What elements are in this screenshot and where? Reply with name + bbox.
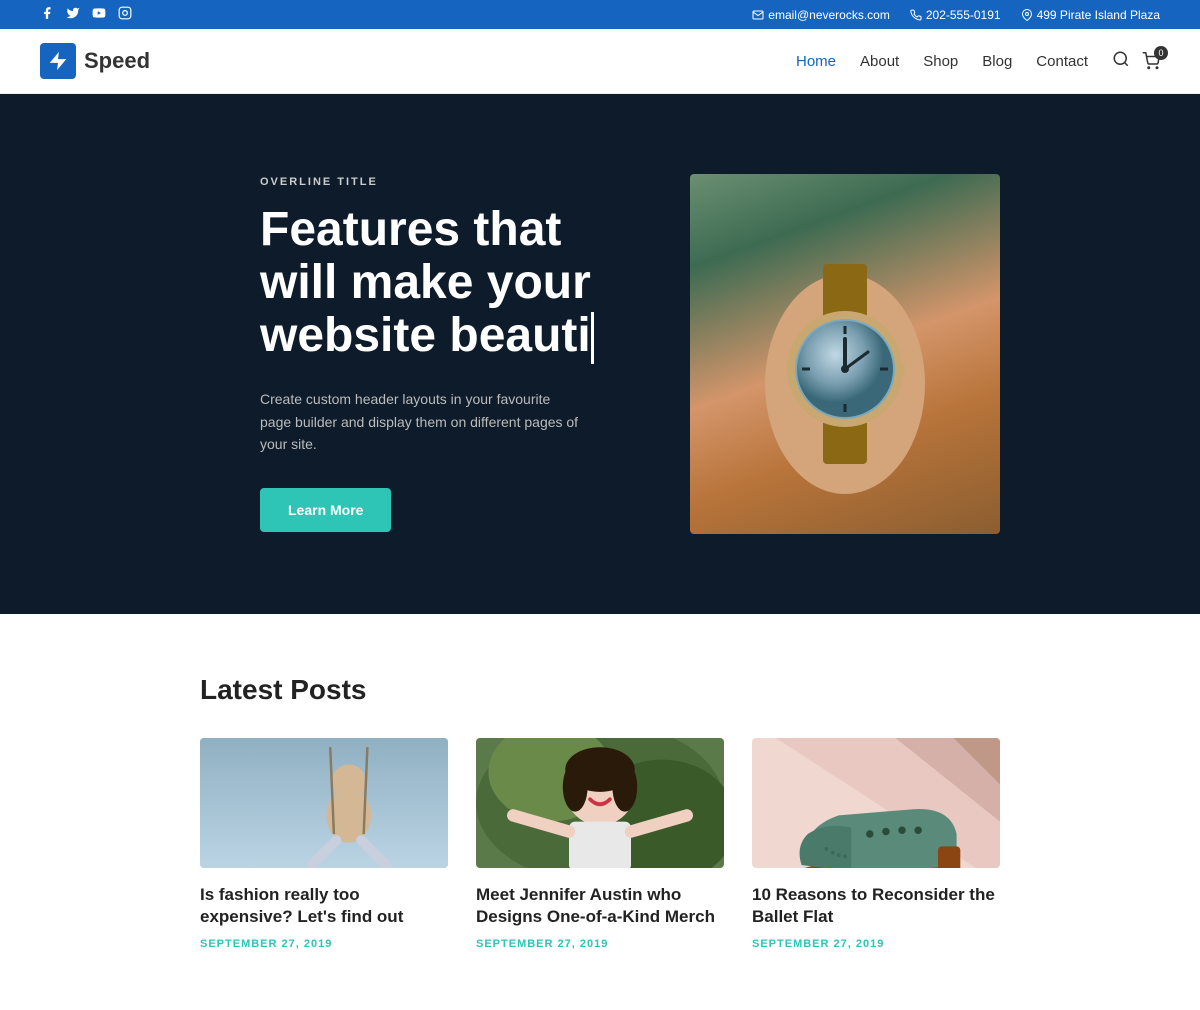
cart-icon[interactable]: 0 <box>1142 52 1160 70</box>
hero-section: OVERLINE TITLE Features that will make y… <box>0 94 1200 614</box>
posts-grid: Is fashion really too expensive? Let's f… <box>200 738 1000 950</box>
logo-text: Speed <box>84 48 150 74</box>
twitter-link[interactable] <box>66 6 80 23</box>
nav-blog[interactable]: Blog <box>982 53 1012 70</box>
watch-svg <box>735 204 955 504</box>
nav-shop[interactable]: Shop <box>923 53 958 70</box>
post-date-2: SEPTEMBER 27, 2019 <box>476 938 724 950</box>
logo[interactable]: Speed <box>40 43 150 79</box>
social-links[interactable] <box>40 6 132 23</box>
nav-home[interactable]: Home <box>796 53 836 70</box>
post2-illustration <box>476 738 724 868</box>
nav-icons: 0 <box>1112 50 1160 72</box>
post-image-1 <box>200 738 448 868</box>
facebook-link[interactable] <box>40 6 54 23</box>
email-info: email@neverocks.com <box>752 8 890 22</box>
hero-overline: OVERLINE TITLE <box>260 176 620 188</box>
address-info: 499 Pirate Island Plaza <box>1021 8 1160 22</box>
hero-image <box>690 174 1000 534</box>
nav-about[interactable]: About <box>860 53 899 70</box>
main-nav: Home About Shop Blog Contact 0 <box>796 50 1160 72</box>
hero-content: OVERLINE TITLE Features that will make y… <box>260 176 620 531</box>
cursor <box>591 312 594 364</box>
header: Speed Home About Shop Blog Contact 0 <box>0 29 1200 94</box>
post-card-2: Meet Jennifer Austin who Designs One-of-… <box>476 738 724 950</box>
post1-illustration <box>200 738 448 868</box>
youtube-link[interactable] <box>92 6 106 23</box>
post-card-3: 10 Reasons to Reconsider the Ballet Flat… <box>752 738 1000 950</box>
post-date-1: SEPTEMBER 27, 2019 <box>200 938 448 950</box>
top-bar: email@neverocks.com 202-555-0191 499 Pir… <box>0 0 1200 29</box>
post-title-1[interactable]: Is fashion really too expensive? Let's f… <box>200 884 448 928</box>
hero-description: Create custom header layouts in your fav… <box>260 388 580 455</box>
learn-more-button[interactable]: Learn More <box>260 488 391 532</box>
logo-icon <box>40 43 76 79</box>
hero-title: Features that will make your website bea… <box>260 204 620 364</box>
post-date-3: SEPTEMBER 27, 2019 <box>752 938 1000 950</box>
posts-title: Latest Posts <box>200 674 1000 706</box>
phone-info: 202-555-0191 <box>910 8 1001 22</box>
post-title-2[interactable]: Meet Jennifer Austin who Designs One-of-… <box>476 884 724 928</box>
search-icon[interactable] <box>1112 50 1130 72</box>
watch-illustration <box>690 174 1000 534</box>
post-card-1: Is fashion really too expensive? Let's f… <box>200 738 448 950</box>
contact-info: email@neverocks.com 202-555-0191 499 Pir… <box>752 8 1160 22</box>
post3-illustration <box>752 738 1000 868</box>
cart-count: 0 <box>1154 46 1168 60</box>
post-image-3 <box>752 738 1000 868</box>
posts-section: Latest Posts <box>0 614 1200 1010</box>
post-title-3[interactable]: 10 Reasons to Reconsider the Ballet Flat <box>752 884 1000 928</box>
instagram-link[interactable] <box>118 6 132 23</box>
nav-contact[interactable]: Contact <box>1036 53 1088 70</box>
post-image-2 <box>476 738 724 868</box>
